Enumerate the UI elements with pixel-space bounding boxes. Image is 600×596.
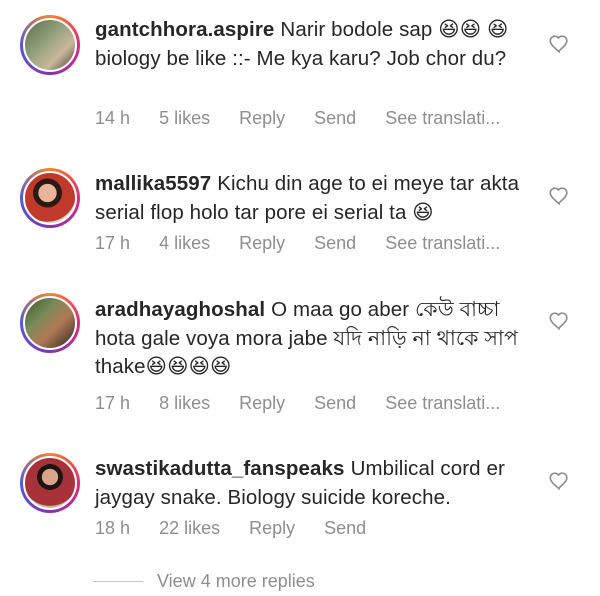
comment-username[interactable]: swastikadutta_fanspeaks	[95, 457, 345, 480]
send-button[interactable]: Send	[324, 518, 366, 538]
comment-time: 17 h	[95, 393, 131, 413]
send-button[interactable]: Send	[314, 108, 356, 128]
comment-time: 17 h	[95, 233, 131, 253]
comment-username[interactable]: mallika5597	[95, 172, 211, 195]
comment-time: 18 h	[95, 518, 131, 538]
view-more-label[interactable]: View 4 more replies	[157, 571, 315, 591]
likes-count[interactable]: 22 likes	[159, 518, 220, 538]
avatar	[23, 456, 77, 510]
like-heart-icon[interactable]	[548, 310, 570, 332]
reply-button[interactable]: Reply	[249, 518, 295, 538]
reply-button[interactable]: Reply	[239, 233, 285, 253]
comment-username[interactable]: aradhayaghoshal	[95, 298, 265, 321]
avatar	[23, 18, 77, 72]
like-heart-icon[interactable]	[548, 185, 570, 207]
see-translation-button[interactable]: See translati...	[385, 393, 500, 413]
likes-count[interactable]: 5 likes	[159, 108, 210, 128]
divider-line	[93, 581, 143, 582]
view-more-replies[interactable]: View 4 more replies	[93, 571, 315, 592]
avatar-ring[interactable]	[20, 15, 80, 75]
comment-meta: 17 h 8 likes Reply Send See translati...	[95, 393, 524, 414]
avatar-ring[interactable]	[20, 293, 80, 353]
comment-username[interactable]: gantchhora.aspire	[95, 18, 274, 41]
comment-time: 14 h	[95, 108, 131, 128]
send-button[interactable]: Send	[314, 393, 356, 413]
comment-body: mallika5597 Kichu din age to ei meye tar …	[95, 170, 535, 227]
reply-button[interactable]: Reply	[239, 108, 285, 128]
see-translation-button[interactable]: See translati...	[385, 233, 500, 253]
likes-count[interactable]: 8 likes	[159, 393, 210, 413]
comment-body: gantchhora.aspire Narir bodole sap 😆😆 😆 b…	[95, 16, 535, 73]
reply-button[interactable]: Reply	[239, 393, 285, 413]
avatar	[23, 296, 77, 350]
likes-count[interactable]: 4 likes	[159, 233, 210, 253]
comment-meta: 18 h 22 likes Reply Send	[95, 518, 390, 539]
send-button[interactable]: Send	[314, 233, 356, 253]
like-heart-icon[interactable]	[548, 33, 570, 55]
comment-body: aradhayaghoshal O maa go aber কেউ বাচ্চা …	[95, 296, 535, 382]
avatar	[23, 171, 77, 225]
comment-body: swastikadutta_fanspeaks Umbilical cord er…	[95, 455, 535, 512]
comment-meta: 17 h 4 likes Reply Send See translati...	[95, 233, 524, 254]
like-heart-icon[interactable]	[548, 470, 570, 492]
avatar-ring[interactable]	[20, 168, 80, 228]
avatar-ring[interactable]	[20, 453, 80, 513]
comment-meta: 14 h 5 likes Reply Send See translati...	[95, 108, 524, 129]
see-translation-button[interactable]: See translati...	[385, 108, 500, 128]
